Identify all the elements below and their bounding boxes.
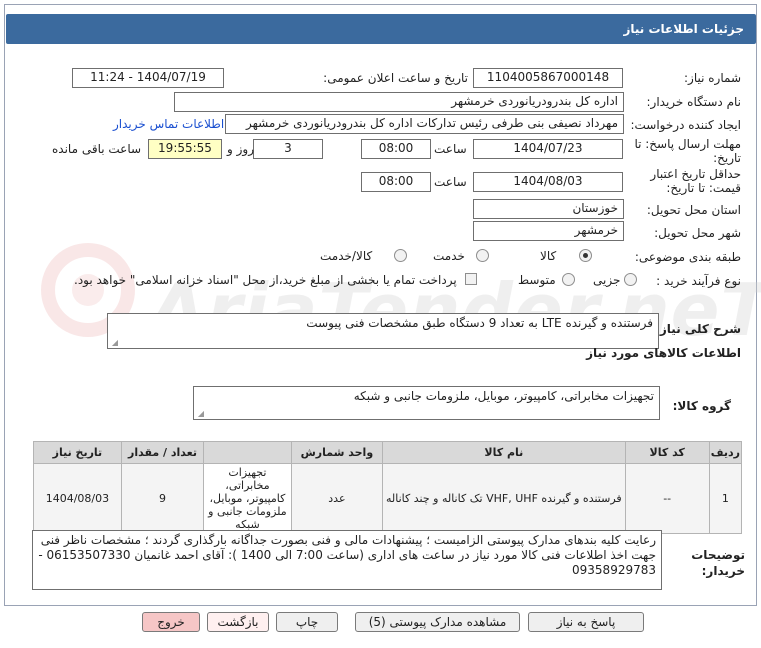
goods-group-field: تجهیزات مخابراتی، کامپیوتر، موبایل، ملزو…	[193, 386, 660, 420]
price-validity-time-label: ساعت	[434, 175, 467, 189]
buyer-notes-label: توضیحات خریدار:	[691, 548, 745, 578]
category-goods-radio[interactable]	[579, 249, 592, 262]
process-partial-label: جزیی	[593, 273, 621, 287]
attachments-button[interactable]: مشاهده مدارک پیوستی (5)	[355, 612, 520, 632]
reply-time-field: 08:00	[361, 139, 431, 159]
cell-group: تجهیزات مخابراتی، کامپیوتر، موبایل، ملزو…	[203, 463, 292, 534]
treasury-payment-note: پرداخت تمام یا بخشی از مبلغ خرید،از محل …	[74, 273, 457, 287]
col-unit: واحد شمارش	[290, 441, 384, 464]
buyer-notes-text: رعایت کلیه بندهای مدارک پیوستی الزامیست …	[38, 533, 656, 577]
exit-button[interactable]: خروج	[142, 612, 200, 632]
buyer-notes-field: رعایت کلیه بندهای مدارک پیوستی الزامیست …	[32, 530, 662, 590]
price-validity-date-field: 1404/08/03	[473, 172, 623, 192]
delivery-city-label: شهر محل تحویل:	[654, 226, 741, 240]
buyer-contact-link[interactable]: اطلاعات تماس خریدار	[113, 117, 224, 131]
category-service-label: خدمت	[433, 249, 465, 263]
announce-datetime-field: 1404/07/19 - 11:24	[72, 68, 224, 88]
back-button[interactable]: بازگشت	[207, 612, 269, 632]
resize-handle-icon[interactable]: ◢	[110, 339, 118, 347]
process-type-label: نوع فرآیند خرید :	[656, 274, 741, 288]
need-number-label: شماره نیاز:	[684, 71, 741, 85]
delivery-province-label: استان محل تحویل:	[646, 203, 741, 217]
goods-info-title: اطلاعات کالاهای مورد نیاز	[586, 346, 741, 360]
col-row: ردیف	[708, 441, 743, 464]
general-desc-text: فرستنده و گیرنده LTE به تعداد 9 دستگاه ط…	[306, 316, 653, 330]
remaining-label: ساعت باقی مانده	[52, 142, 142, 156]
category-label: طبقه بندی موضوعی:	[634, 250, 741, 264]
resize-handle-icon[interactable]: ◢	[196, 410, 204, 418]
category-goods-service-radio[interactable]	[394, 249, 407, 262]
goods-group-text: تجهیزات مخابراتی، کامپیوتر، موبایل، ملزو…	[353, 389, 654, 403]
buyer-org-field: اداره کل بندرودریانوردی خرمشهر	[174, 92, 624, 112]
page-title: جزئیات اطلاعات نیاز	[6, 14, 756, 44]
col-qty: تعداد / مقدار	[120, 441, 205, 464]
cell-qty: 9	[120, 463, 205, 534]
category-goods-label: کالا	[540, 249, 557, 263]
delivery-province-field: خوزستان	[473, 199, 624, 219]
buyer-org-label: نام دستگاه خریدار:	[646, 95, 742, 109]
col-code: کد کالا	[624, 441, 710, 464]
requester-field: مهرداد نصیفی بنی طرفی رئیس تدارکات اداره…	[225, 114, 624, 134]
price-validity-label: حداقل تاریخ اعتبار قیمت: تا تاریخ:	[650, 167, 741, 195]
requester-label: ایجاد کننده درخواست:	[630, 118, 741, 132]
process-medium-radio[interactable]	[562, 273, 575, 286]
goods-table: ردیف کد کالا نام کالا واحد شمارش تعداد /…	[33, 441, 743, 534]
process-medium-label: متوسط	[518, 273, 556, 287]
category-goods-service-label: کالا/خدمت	[320, 249, 373, 263]
general-desc-field: فرستنده و گیرنده LTE به تعداد 9 دستگاه ط…	[107, 313, 659, 349]
cell-date: 1404/08/03	[33, 463, 122, 534]
reply-deadline-label: مهلت ارسال پاسخ: تا تاریخ:	[634, 137, 741, 165]
delivery-city-field: خرمشهر	[473, 221, 624, 241]
announce-datetime-label: تاریخ و ساعت اعلان عمومی:	[323, 71, 468, 85]
col-group	[203, 441, 292, 464]
col-name: نام کالا	[382, 441, 626, 464]
reply-date-field: 1404/07/23	[473, 139, 623, 159]
reply-button[interactable]: پاسخ به نیاز	[528, 612, 644, 632]
days-label: روز و	[227, 142, 254, 156]
category-service-radio[interactable]	[476, 249, 489, 262]
general-desc-label: شرح کلی نیاز:	[655, 322, 741, 336]
treasury-payment-checkbox[interactable]	[465, 273, 477, 285]
process-partial-radio[interactable]	[624, 273, 637, 286]
need-number-field: 1104005867000148	[473, 68, 623, 88]
cell-name: فرستنده و گیرنده VHF, UHF تک کاناله و چن…	[382, 463, 626, 534]
table-row: 1 -- فرستنده و گیرنده VHF, UHF تک کاناله…	[33, 463, 743, 534]
remaining-time-field: 19:55:55	[148, 139, 222, 159]
reply-days-field: 3	[253, 139, 323, 159]
col-date: تاریخ نیاز	[33, 441, 122, 464]
print-button[interactable]: چاپ	[276, 612, 338, 632]
goods-group-label: گروه کالا:	[672, 399, 731, 413]
reply-time-label: ساعت	[434, 142, 467, 156]
cell-code: --	[624, 463, 710, 534]
price-validity-time-field: 08:00	[361, 172, 431, 192]
cell-row: 1	[708, 463, 743, 534]
cell-unit: عدد	[290, 463, 384, 534]
